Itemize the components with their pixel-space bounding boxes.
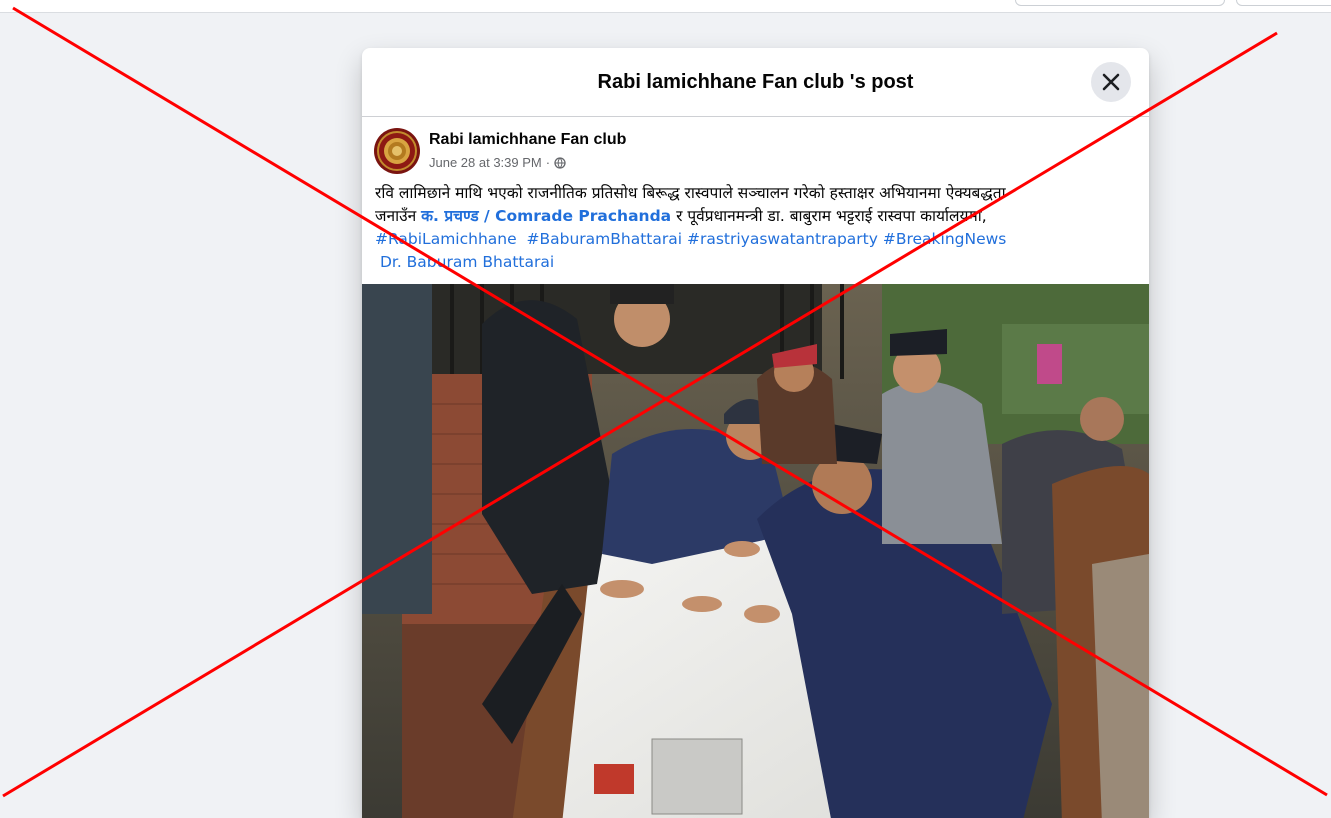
post-text-line-1: रवि लामिछाने माथि भएको राजनीतिक प्रतिसोध… bbox=[375, 184, 1006, 202]
mention-line: Dr. Baburam Bhattarai bbox=[375, 251, 1140, 274]
hashtag-link[interactable]: #rastriyaswatantraparty bbox=[687, 230, 878, 248]
post-photo[interactable] bbox=[362, 284, 1149, 818]
page-logo-icon bbox=[377, 131, 417, 171]
modal-header: Rabi lamichhane Fan club 's post bbox=[362, 48, 1149, 117]
post-header: Rabi lamichhane Fan club June 28 at 3:39… bbox=[374, 128, 626, 174]
globe-icon bbox=[554, 156, 566, 169]
mention-prachanda[interactable]: क. प्रचण्ड / Comrade Prachanda bbox=[421, 207, 671, 225]
meta-separator: · bbox=[545, 155, 551, 170]
post-meta: June 28 at 3:39 PM · bbox=[429, 155, 626, 170]
modal-title: Rabi lamichhane Fan club 's post bbox=[597, 70, 914, 93]
mention-baburam[interactable]: Dr. Baburam Bhattarai bbox=[380, 253, 554, 271]
avatar[interactable] bbox=[374, 128, 420, 174]
hashtag-link[interactable]: #BreakingNews bbox=[883, 230, 1007, 248]
close-button[interactable] bbox=[1091, 62, 1131, 102]
close-icon bbox=[1102, 73, 1120, 91]
post-text: रवि लामिछाने माथि भएको राजनीतिक प्रतिसोध… bbox=[375, 182, 1140, 274]
hashtag-line: #RabiLamichhane #BaburamBhattarai #rastr… bbox=[375, 228, 1140, 251]
text-suffix: र पूर्वप्रधानमन्त्री डा. बाबुराम भट्टराई… bbox=[671, 207, 987, 225]
browser-top-strip bbox=[0, 0, 1331, 13]
top-search-field[interactable] bbox=[1015, 0, 1225, 6]
author-block: Rabi lamichhane Fan club June 28 at 3:39… bbox=[429, 128, 626, 174]
text-prefix: जनाउँन bbox=[375, 207, 422, 225]
top-control[interactable] bbox=[1236, 0, 1331, 6]
hashtag-link[interactable]: #BaburamBhattarai bbox=[527, 230, 683, 248]
post-timestamp[interactable]: June 28 at 3:39 PM bbox=[429, 155, 542, 170]
author-name[interactable]: Rabi lamichhane Fan club bbox=[429, 131, 626, 149]
post-modal: Rabi lamichhane Fan club 's post Rabi la… bbox=[362, 48, 1149, 818]
post-text-line-2: जनाउँन क. प्रचण्ड / Comrade Prachanda र … bbox=[375, 205, 1140, 228]
hashtag-link[interactable]: #RabiLamichhane bbox=[375, 230, 517, 248]
